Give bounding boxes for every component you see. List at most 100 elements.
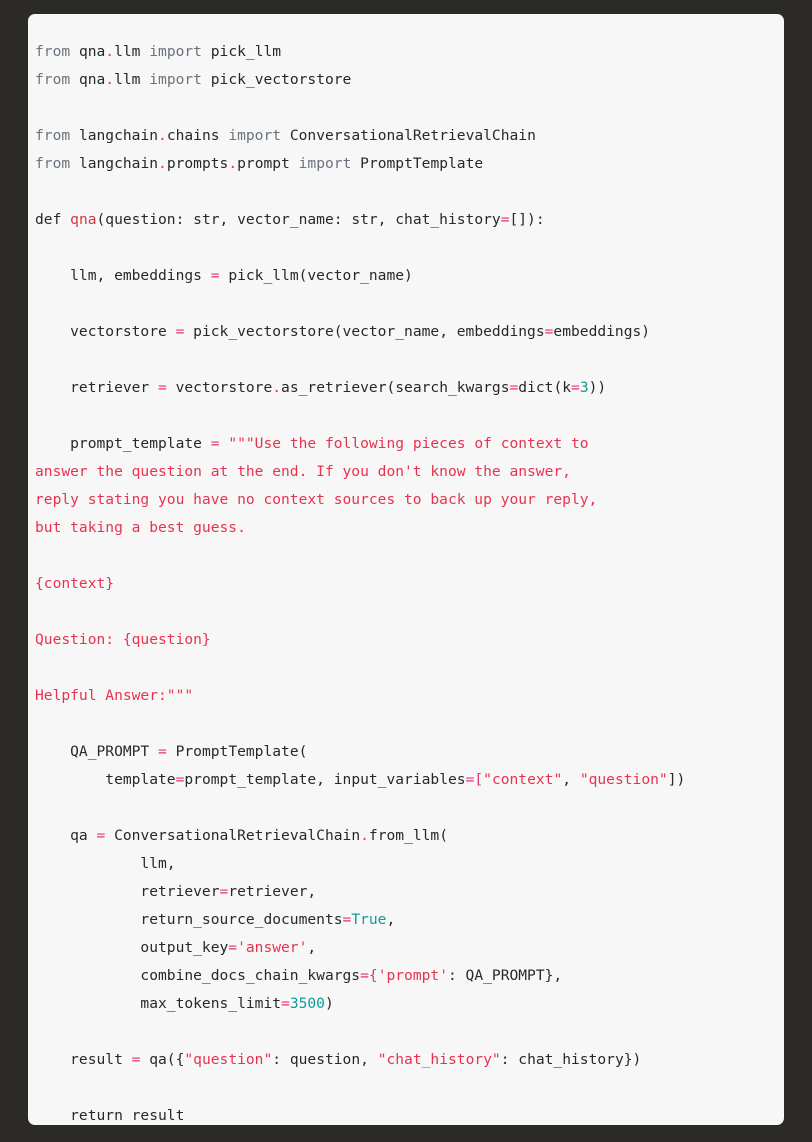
code-token: : QA_PROMPT}, (447, 967, 563, 984)
code-line: prompt_template = """Use the following p… (35, 430, 784, 458)
code-token: . (105, 43, 115, 60)
code-block[interactable]: from qna.llm import pick_llm from qna.llm… (28, 14, 784, 1125)
code-token: ConversationalRetrievalChain (105, 827, 361, 844)
code-token: qna (78, 43, 106, 60)
code-line: but taking a best guess. (35, 514, 784, 542)
code-token: = (158, 743, 167, 760)
code-token: combine_docs_chain_kwargs (35, 967, 361, 984)
code-token: ConversationalRetrievalChain (289, 127, 536, 144)
code-line: combine_docs_chain_kwargs={'prompt': QA_… (35, 962, 784, 990)
code-token: chains (166, 127, 229, 144)
code-token: 'answer' (237, 939, 308, 956)
code-line: return_source_documents=True, (35, 906, 784, 934)
code-token: from (35, 71, 79, 88)
code-token: reply stating you have no context source… (35, 491, 598, 508)
code-line: retriever = vectorstore.as_retriever(sea… (35, 374, 784, 402)
code-line: from qna.llm import pick_vectorstore (35, 66, 784, 94)
code-token: output_key (35, 939, 229, 956)
code-line: Helpful Answer:""" (35, 682, 784, 710)
code-token: 3500 (289, 995, 325, 1012)
code-token: qna (70, 211, 97, 228)
code-token: pick_llm(vector_name) (219, 267, 413, 284)
code-token: ) (324, 995, 334, 1012)
code-token: { (368, 967, 378, 984)
code-token: . (105, 71, 115, 88)
code-token: = (228, 939, 238, 956)
code-token: PromptTemplate (360, 155, 484, 172)
code-token: qna (78, 71, 106, 88)
code-line: from langchain.chains import Conversatio… (35, 122, 784, 150)
code-line: Question: {question} (35, 626, 784, 654)
code-line: reply stating you have no context source… (35, 486, 784, 514)
code-token: )) (588, 379, 607, 396)
code-token: max_tokens_limit (35, 995, 282, 1012)
code-token: pick_vectorstore(vector_name, embeddings (184, 323, 545, 340)
code-token: return_source_documents (35, 911, 343, 928)
code-token: but taking a best guess. (35, 519, 246, 536)
code-token: import (228, 127, 290, 144)
code-token: , (386, 911, 396, 928)
code-token: from (35, 43, 79, 60)
code-token: def (35, 211, 71, 228)
code-token: llm, (35, 855, 176, 872)
code-token: []): (509, 211, 545, 228)
code-token: . (272, 379, 282, 396)
code-token: prompt_template, input_variables (184, 771, 466, 788)
code-token: retriever (35, 883, 220, 900)
code-token: = (509, 379, 519, 396)
code-token: ]) (667, 771, 686, 788)
code-line: qa = ConversationalRetrievalChain.from_l… (35, 822, 784, 850)
code-token: . (158, 155, 167, 172)
code-token: . (158, 127, 167, 144)
code-token: Question: {question} (35, 631, 211, 648)
code-token: retriever (35, 379, 159, 396)
code-token: import (149, 43, 211, 60)
code-token: "chat_history" (377, 1051, 501, 1068)
code-token: , (562, 771, 580, 788)
code-line: output_key='answer', (35, 934, 784, 962)
code-line: answer the question at the end. If you d… (35, 458, 784, 486)
code-token: Helpful Answer:""" (35, 687, 194, 704)
code-panel: from qna.llm import pick_llm from qna.llm… (28, 14, 784, 1125)
code-line: llm, embeddings = pick_llm(vector_name) (35, 262, 784, 290)
code-token: True (351, 911, 387, 928)
code-token: "question" (579, 771, 668, 788)
code-token: = (158, 379, 167, 396)
code-token: template (35, 771, 176, 788)
code-token: . (228, 155, 238, 172)
code-token: langchain (78, 155, 159, 172)
code-token: llm (114, 71, 150, 88)
code-token: : question, (272, 1051, 378, 1068)
code-token: as_retriever(search_kwargs (281, 379, 510, 396)
code-token: import (149, 71, 211, 88)
code-token: [ (474, 771, 484, 788)
code-line: def qna(question: str, vector_name: str,… (35, 206, 784, 234)
code-token: = (210, 435, 220, 452)
code-token: dict(k (518, 379, 572, 396)
code-token: from_llm( (368, 827, 448, 844)
code-token: , (307, 939, 317, 956)
code-token: = (342, 911, 352, 928)
code-token: embeddings) (553, 323, 651, 340)
code-token: = (281, 995, 290, 1012)
code-token: answer the question at the end. If you d… (35, 463, 571, 480)
code-token: pick_vectorstore (210, 71, 352, 88)
code-token: langchain (78, 127, 159, 144)
code-token: = (210, 267, 220, 284)
code-token: = (571, 379, 580, 396)
code-line: QA_PROMPT = PromptTemplate( (35, 738, 784, 766)
code-token: return result (35, 1107, 185, 1124)
code-token: from (35, 155, 79, 172)
code-content: from qna.llm import pick_llm from qna.llm… (35, 38, 784, 1125)
code-token: vectorstore (166, 379, 273, 396)
code-token: prompt_template (35, 435, 211, 452)
code-token: 3 (579, 379, 589, 396)
code-line: return result (35, 1102, 784, 1125)
